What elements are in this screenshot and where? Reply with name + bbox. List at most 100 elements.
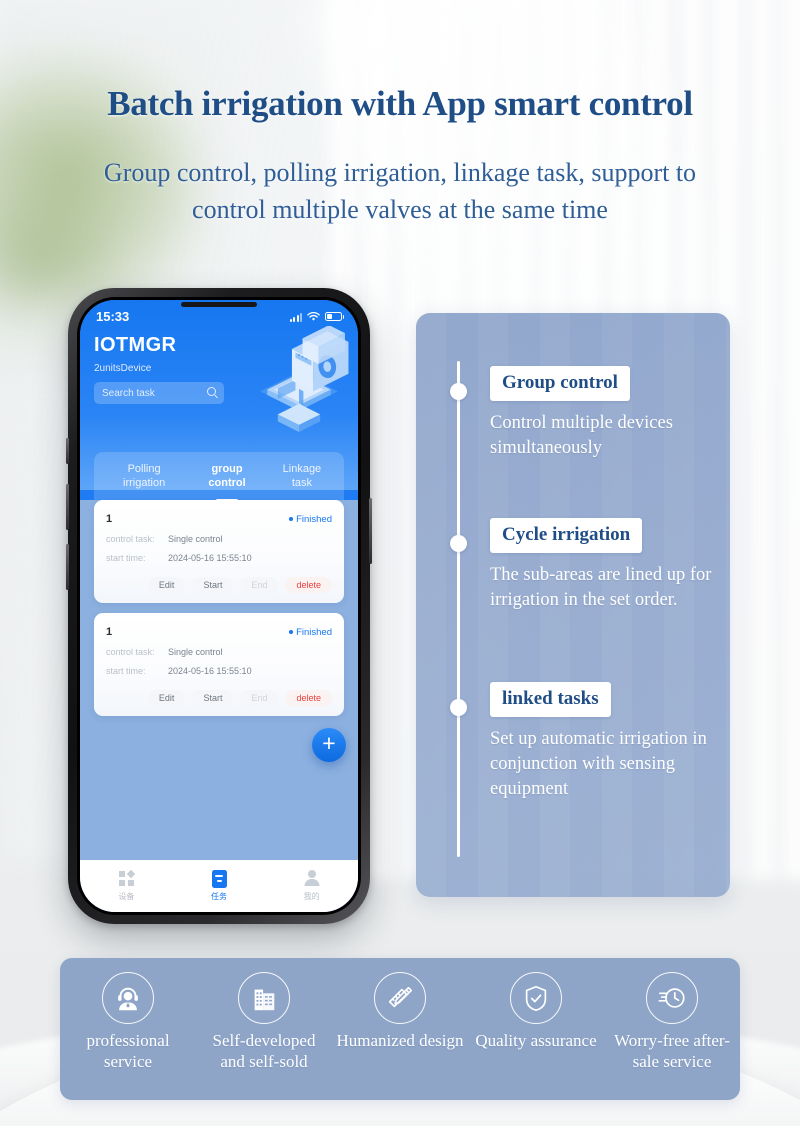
- feature-self-developed: Self-developed and self-sold: [200, 972, 328, 1072]
- phone-mute-button: [66, 438, 69, 464]
- feature-description: The sub-areas are lined up for irrigatio…: [490, 565, 712, 611]
- feature-after-sale-service: Worry-free after-sale service: [608, 972, 736, 1072]
- feature-title-chip: Group control: [490, 366, 630, 401]
- timeline-line: [457, 361, 460, 857]
- task-card-actions: Edit Start End delete: [106, 577, 332, 593]
- signal-bars-icon: [289, 312, 302, 322]
- nav-label: 我的: [303, 892, 320, 901]
- edit-button[interactable]: Edit: [147, 577, 186, 593]
- delete-button[interactable]: delete: [285, 577, 332, 593]
- phone-volume-down-button: [66, 544, 69, 590]
- document-icon: [173, 869, 266, 888]
- task-tabs: Polling irrigation group control Linkage…: [94, 452, 344, 502]
- task-card-header: 1 Finished: [106, 626, 332, 638]
- status-badge-label: Finished: [296, 626, 332, 638]
- status-icons: [289, 311, 344, 322]
- phone-screen: 15:33 IOTMGR 2unitsDevice Search task Po…: [80, 300, 358, 912]
- building-icon: [238, 972, 290, 1024]
- phone-earpiece-slot: [181, 302, 257, 307]
- status-time: 15:33: [96, 309, 130, 324]
- task-card-header: 1 Finished: [106, 513, 332, 525]
- feature-title-chip: linked tasks: [490, 682, 611, 717]
- phone-bezel: 15:33 IOTMGR 2unitsDevice Search task Po…: [77, 297, 361, 915]
- add-task-button[interactable]: +: [312, 728, 346, 762]
- status-badge-label: Finished: [296, 513, 332, 525]
- feature-label: Quality assurance: [475, 1031, 597, 1050]
- task-field-control-task: control task: Single control: [106, 647, 332, 657]
- status-badge: Finished: [289, 627, 332, 638]
- wifi-icon: [307, 311, 320, 321]
- task-id: 1: [106, 513, 113, 525]
- status-dot-icon: [289, 517, 294, 521]
- timeline-dot: [450, 535, 467, 552]
- feature-linked-tasks: linked tasks Set up automatic irrigation…: [490, 682, 716, 802]
- feature-description: Control multiple devices simultaneously: [490, 413, 673, 459]
- nav-label: 设备: [118, 892, 135, 901]
- search-placeholder: Search task: [102, 387, 155, 399]
- nav-item-devices[interactable]: 设备: [80, 869, 173, 902]
- task-card[interactable]: 1 Finished control task: Single control …: [94, 500, 344, 603]
- feature-humanized-design: Humanized design: [336, 972, 464, 1052]
- field-label: start time:: [106, 666, 146, 676]
- status-badge: Finished: [289, 514, 332, 525]
- grid-icon: [80, 869, 173, 888]
- task-id: 1: [106, 626, 113, 638]
- iot-dashboard-illustration: [260, 326, 349, 432]
- start-button[interactable]: Start: [192, 577, 234, 593]
- nav-label: 任务: [211, 892, 227, 901]
- bottom-navigation: 设备 任务 我的: [80, 860, 358, 912]
- task-card[interactable]: 1 Finished control task: Single control …: [94, 613, 344, 716]
- nav-item-tasks[interactable]: 任务: [173, 869, 266, 902]
- tab-linkage-task[interactable]: Linkage task: [267, 463, 337, 491]
- feature-timeline-panel: Group control Control multiple devices s…: [416, 313, 730, 897]
- start-button[interactable]: Start: [192, 690, 234, 706]
- task-field-start-time: start time: 2024-05-16 15:55:10: [106, 553, 332, 563]
- feature-label: Self-developed and self-sold: [212, 1031, 316, 1071]
- headset-agent-icon: [102, 972, 154, 1024]
- service-feature-bar: professional service Self-developed and …: [60, 958, 740, 1100]
- feature-label: Humanized design: [336, 1031, 464, 1050]
- field-value: 2024-05-16 15:55:10: [168, 553, 252, 563]
- timeline-dot: [450, 699, 467, 716]
- ruler-pencil-icon: [374, 972, 426, 1024]
- field-label: control task:: [106, 647, 155, 657]
- status-dot-icon: [289, 630, 294, 634]
- page-title: Batch irrigation with App smart control: [107, 84, 693, 123]
- feature-label: Worry-free after-sale service: [614, 1031, 730, 1071]
- timeline-dot: [450, 383, 467, 400]
- end-button: End: [240, 577, 279, 593]
- feature-cycle-irrigation: Cycle irrigation The sub-areas are lined…: [490, 518, 716, 613]
- field-value: Single control: [168, 534, 223, 544]
- feature-quality-assurance: Quality assurance: [472, 972, 600, 1052]
- app-header: 15:33 IOTMGR 2unitsDevice Search task Po…: [80, 300, 358, 502]
- feature-title-chip: Cycle irrigation: [490, 518, 643, 553]
- feature-label: professional service: [86, 1031, 170, 1071]
- task-card-actions: Edit Start End delete: [106, 690, 332, 706]
- edit-button[interactable]: Edit: [147, 690, 186, 706]
- phone-volume-up-button: [66, 484, 69, 530]
- field-value: Single control: [168, 647, 223, 657]
- nav-item-mine[interactable]: 我的: [265, 869, 358, 902]
- feature-group-control: Group control Control multiple devices s…: [490, 366, 716, 461]
- task-list: 1 Finished control task: Single control …: [80, 500, 358, 912]
- tab-polling-irrigation[interactable]: Polling irrigation: [101, 463, 187, 491]
- tab-group-control[interactable]: group control: [187, 463, 267, 491]
- field-value: 2024-05-16 15:55:10: [168, 666, 252, 676]
- battery-icon: [325, 312, 344, 321]
- search-input[interactable]: Search task: [94, 382, 224, 404]
- end-button: End: [240, 690, 279, 706]
- field-label: start time:: [106, 553, 146, 563]
- fast-clock-icon: [646, 972, 698, 1024]
- task-field-start-time: start time: 2024-05-16 15:55:10: [106, 666, 332, 676]
- phone-mockup: 15:33 IOTMGR 2unitsDevice Search task Po…: [66, 288, 372, 924]
- search-icon[interactable]: [207, 387, 216, 396]
- phone-power-button: [369, 498, 372, 564]
- page-subtitle: Group control, polling irrigation, linka…: [103, 158, 697, 224]
- field-label: control task:: [106, 534, 155, 544]
- feature-professional-service: professional service: [64, 972, 192, 1072]
- task-field-control-task: control task: Single control: [106, 534, 332, 544]
- shield-check-icon: [510, 972, 562, 1024]
- delete-button[interactable]: delete: [285, 690, 332, 706]
- person-icon: [265, 869, 358, 888]
- feature-description: Set up automatic irrigation in conjuncti…: [490, 729, 707, 800]
